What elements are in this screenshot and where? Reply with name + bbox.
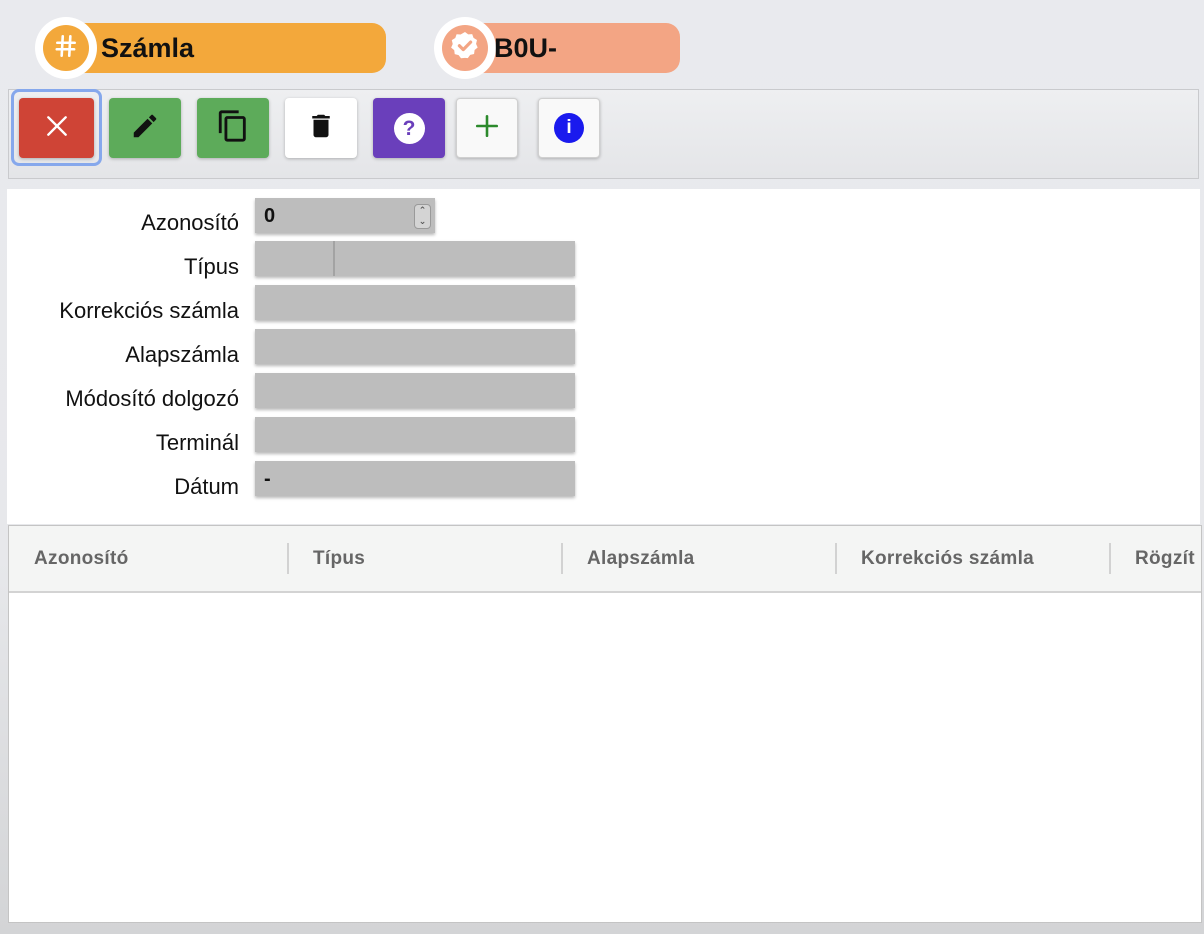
alapszamla-label: Alapszámla: [125, 342, 239, 367]
column-header-tipus[interactable]: Típus: [313, 548, 365, 570]
help-button[interactable]: ?: [373, 98, 445, 158]
code-icon-badge: [434, 17, 496, 79]
column-header-azonosito[interactable]: Azonosító: [34, 548, 129, 570]
trash-icon: [306, 111, 336, 146]
tipus-field-divider: [333, 241, 335, 276]
edit-button[interactable]: [109, 98, 181, 158]
column-resize-handle[interactable]: [835, 543, 837, 574]
copy-button[interactable]: [197, 98, 269, 158]
table-header: Azonosító Típus Alapszámla Korrekciós sz…: [9, 526, 1201, 593]
azonosito-value: 0: [264, 205, 276, 227]
datum-label: Dátum: [174, 474, 239, 499]
column-resize-handle[interactable]: [561, 543, 563, 574]
modosito-field[interactable]: [255, 373, 575, 408]
terminal-field[interactable]: [255, 417, 575, 452]
tipus-label: Típus: [183, 254, 239, 279]
hash-icon: [53, 33, 79, 64]
delete-button[interactable]: [285, 98, 357, 158]
page-title: Számla: [101, 33, 195, 63]
info-icon-glyph: i: [566, 117, 572, 138]
column-resize-handle[interactable]: [287, 543, 289, 574]
column-resize-handle[interactable]: [1109, 543, 1111, 574]
number-spinner[interactable]: ⌃ ⌄: [414, 204, 431, 229]
tipus-field[interactable]: [255, 241, 575, 276]
help-icon: ?: [393, 112, 425, 144]
alapszamla-field[interactable]: [255, 329, 575, 364]
close-icon: [44, 113, 70, 144]
info-button[interactable]: i: [538, 98, 600, 158]
copy-icon: [216, 109, 250, 148]
column-header-korrekcios[interactable]: Korrekciós számla: [861, 548, 1034, 570]
azonosito-field[interactable]: 0 ⌃ ⌄: [255, 198, 435, 233]
korrekcios-label: Korrekciós számla: [59, 298, 239, 323]
datum-value: -: [264, 468, 271, 490]
add-button[interactable]: [456, 98, 518, 158]
azonosito-label: Azonosító: [141, 210, 239, 235]
korrekcios-field[interactable]: [255, 285, 575, 320]
column-header-alapszamla[interactable]: Alapszámla: [587, 548, 695, 570]
terminal-label: Terminál: [155, 430, 239, 455]
column-header-rogzit[interactable]: Rögzít: [1135, 548, 1195, 570]
info-icon: i: [554, 113, 584, 143]
chevron-up-icon[interactable]: ⌃: [415, 205, 430, 216]
toolbar: [8, 89, 1199, 179]
plus-icon: [474, 113, 500, 144]
verified-badge-icon: [449, 30, 481, 67]
data-table: Azonosító Típus Alapszámla Korrekciós sz…: [8, 525, 1202, 923]
close-button[interactable]: [19, 98, 94, 158]
modosito-label: Módosító dolgozó: [65, 386, 239, 411]
datum-field[interactable]: -: [255, 461, 575, 496]
chevron-down-icon[interactable]: ⌄: [415, 216, 430, 227]
help-icon-glyph: ?: [402, 116, 416, 140]
title-icon-badge: [35, 17, 97, 79]
record-code: B0U-: [494, 33, 558, 63]
pencil-icon: [130, 111, 160, 146]
